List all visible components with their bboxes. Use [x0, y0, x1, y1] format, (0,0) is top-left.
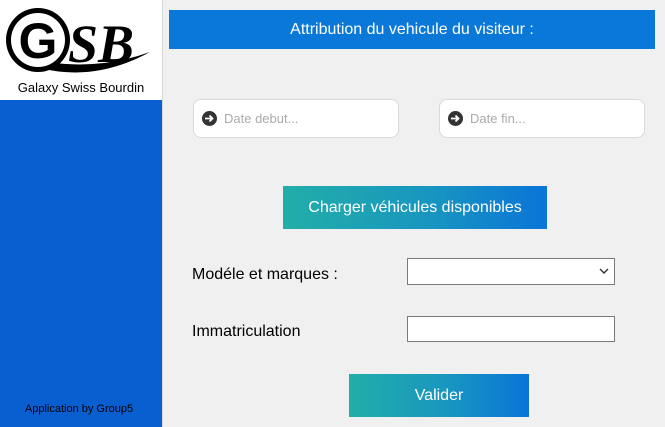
gsb-logo: G SB Galaxy Swiss Bourdin — [0, 0, 162, 100]
svg-text:G: G — [19, 13, 58, 69]
date-end-input[interactable] — [470, 111, 630, 126]
chevron-down-icon — [599, 268, 609, 274]
footer-credit: Application by Group5 — [24, 403, 134, 415]
model-select[interactable] — [407, 258, 615, 285]
plate-input[interactable] — [407, 316, 615, 342]
svg-text:SB: SB — [68, 14, 134, 74]
sidebar: G SB Galaxy Swiss Bourdin Application by… — [0, 0, 162, 427]
logo-caption: Galaxy Swiss Bourdin — [17, 80, 145, 95]
header-bar: Attribution du vehicule du visiteur : — [169, 10, 655, 49]
arrow-circle-right-icon — [201, 110, 218, 127]
submit-button[interactable]: Valider — [349, 374, 529, 417]
date-start-input[interactable] — [224, 111, 384, 126]
load-vehicles-button[interactable]: Charger véhicules disponibles — [283, 186, 547, 229]
divider — [162, 0, 163, 427]
model-label: Modéle et marques : — [192, 266, 338, 283]
plate-label: Immatriculation — [192, 323, 301, 340]
date-start-field[interactable] — [193, 99, 399, 138]
date-end-field[interactable] — [439, 99, 645, 138]
page-title: Attribution du vehicule du visiteur : — [290, 20, 534, 38]
arrow-circle-right-icon — [447, 110, 464, 127]
gsb-logo-mark: G SB — [6, 8, 150, 74]
